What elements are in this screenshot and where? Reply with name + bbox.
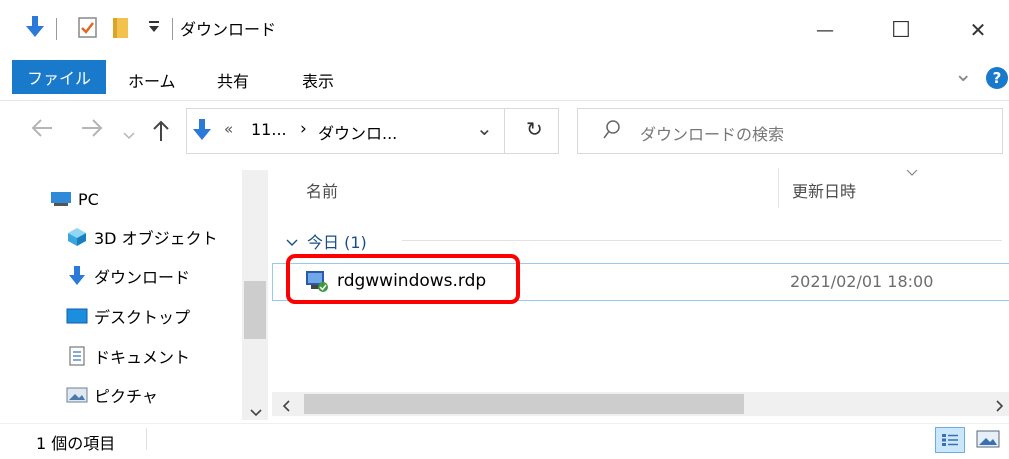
address-dropdown-icon[interactable]: ⌄ (476, 116, 493, 140)
maximize-button[interactable]: ☐ (878, 10, 924, 50)
quick-access-dropdown-icon[interactable] (148, 20, 160, 37)
nav-item-3d-objects[interactable]: 3D オブジェクト (66, 222, 218, 252)
sort-chevron-icon (906, 163, 918, 181)
nav-scroll-down-icon[interactable] (250, 403, 262, 421)
new-folder-icon[interactable] (113, 18, 129, 42)
file-date-modified: 2021/02/01 18:00 (790, 272, 934, 291)
nav-item-downloads[interactable]: ダウンロード (66, 261, 190, 291)
breadcrumb-item-1[interactable]: 11... (251, 120, 287, 139)
search-input[interactable]: ダウンロードの検索 (640, 121, 784, 145)
ribbon-expand-icon[interactable]: ⌄ (954, 62, 972, 87)
scroll-right-icon[interactable] (996, 398, 1004, 416)
download-icon[interactable] (26, 16, 44, 42)
column-header-name[interactable]: 名前 (306, 178, 338, 202)
3d-objects-icon (66, 228, 88, 246)
nav-item-label: 3D オブジェクト (94, 229, 218, 248)
pictures-icon (66, 386, 88, 404)
status-bar (0, 423, 1009, 459)
column-header-date-modified[interactable]: 更新日時 (792, 178, 856, 202)
group-divider (402, 240, 1002, 241)
pc-icon (50, 190, 72, 208)
nav-item-desktop[interactable]: デスクトップ (66, 301, 190, 331)
group-header-today[interactable]: 今日 (1) (307, 229, 367, 253)
horizontal-scrollbar-thumb[interactable] (304, 394, 744, 414)
refresh-icon[interactable]: ↻ (526, 117, 543, 141)
close-button[interactable]: ✕ (955, 10, 1001, 50)
title-separator (56, 18, 57, 40)
details-view-button[interactable] (935, 427, 965, 453)
scroll-left-icon[interactable] (282, 398, 290, 416)
search-icon (603, 120, 621, 144)
window-title: ダウンロード (180, 20, 277, 39)
nav-item-documents[interactable]: ドキュメント (66, 341, 190, 371)
column-separator[interactable] (778, 168, 779, 208)
large-icons-view-button[interactable] (976, 430, 1000, 452)
address-download-icon (193, 119, 211, 145)
nav-item-label: デスクトップ (94, 308, 191, 327)
download-icon (66, 266, 88, 285)
desktop-icon (66, 307, 88, 325)
nav-item-label: PC (78, 189, 99, 209)
tab-view[interactable]: 表示 (302, 68, 334, 92)
help-icon[interactable]: ? (986, 67, 1008, 89)
nav-item-label: ダウンロード (94, 268, 191, 287)
nav-item-pc[interactable]: PC (50, 184, 99, 214)
minimize-button[interactable]: — (802, 10, 848, 50)
tab-home[interactable]: ホーム (128, 68, 176, 92)
item-count: 1 個の項目 (36, 434, 116, 453)
recent-locations-chevron-icon[interactable] (123, 126, 135, 144)
large-icons-view-icon (976, 430, 1000, 448)
details-view-icon (942, 434, 958, 446)
properties-icon[interactable] (78, 17, 98, 43)
address-overflow[interactable]: « (224, 120, 233, 138)
address-divider (504, 108, 505, 154)
breadcrumb-item-2[interactable]: ダウンロ... (318, 120, 397, 144)
up-button[interactable] (152, 119, 170, 145)
nav-item-label: ドキュメント (94, 348, 191, 367)
breadcrumb-separator[interactable]: › (300, 119, 307, 139)
tab-file[interactable]: ファイル (12, 60, 106, 94)
documents-icon (66, 346, 88, 366)
group-collapse-chevron-icon[interactable] (286, 233, 298, 251)
highlight-annotation (286, 254, 520, 304)
status-divider (146, 428, 147, 450)
nav-item-pictures[interactable]: ピクチャ (66, 380, 158, 410)
forward-button[interactable] (80, 118, 104, 143)
title-separator (172, 18, 173, 40)
back-button[interactable] (30, 118, 54, 143)
nav-item-label: ピクチャ (94, 387, 158, 406)
nav-scrollbar-thumb[interactable] (244, 281, 266, 339)
tab-share[interactable]: 共有 (217, 68, 249, 92)
